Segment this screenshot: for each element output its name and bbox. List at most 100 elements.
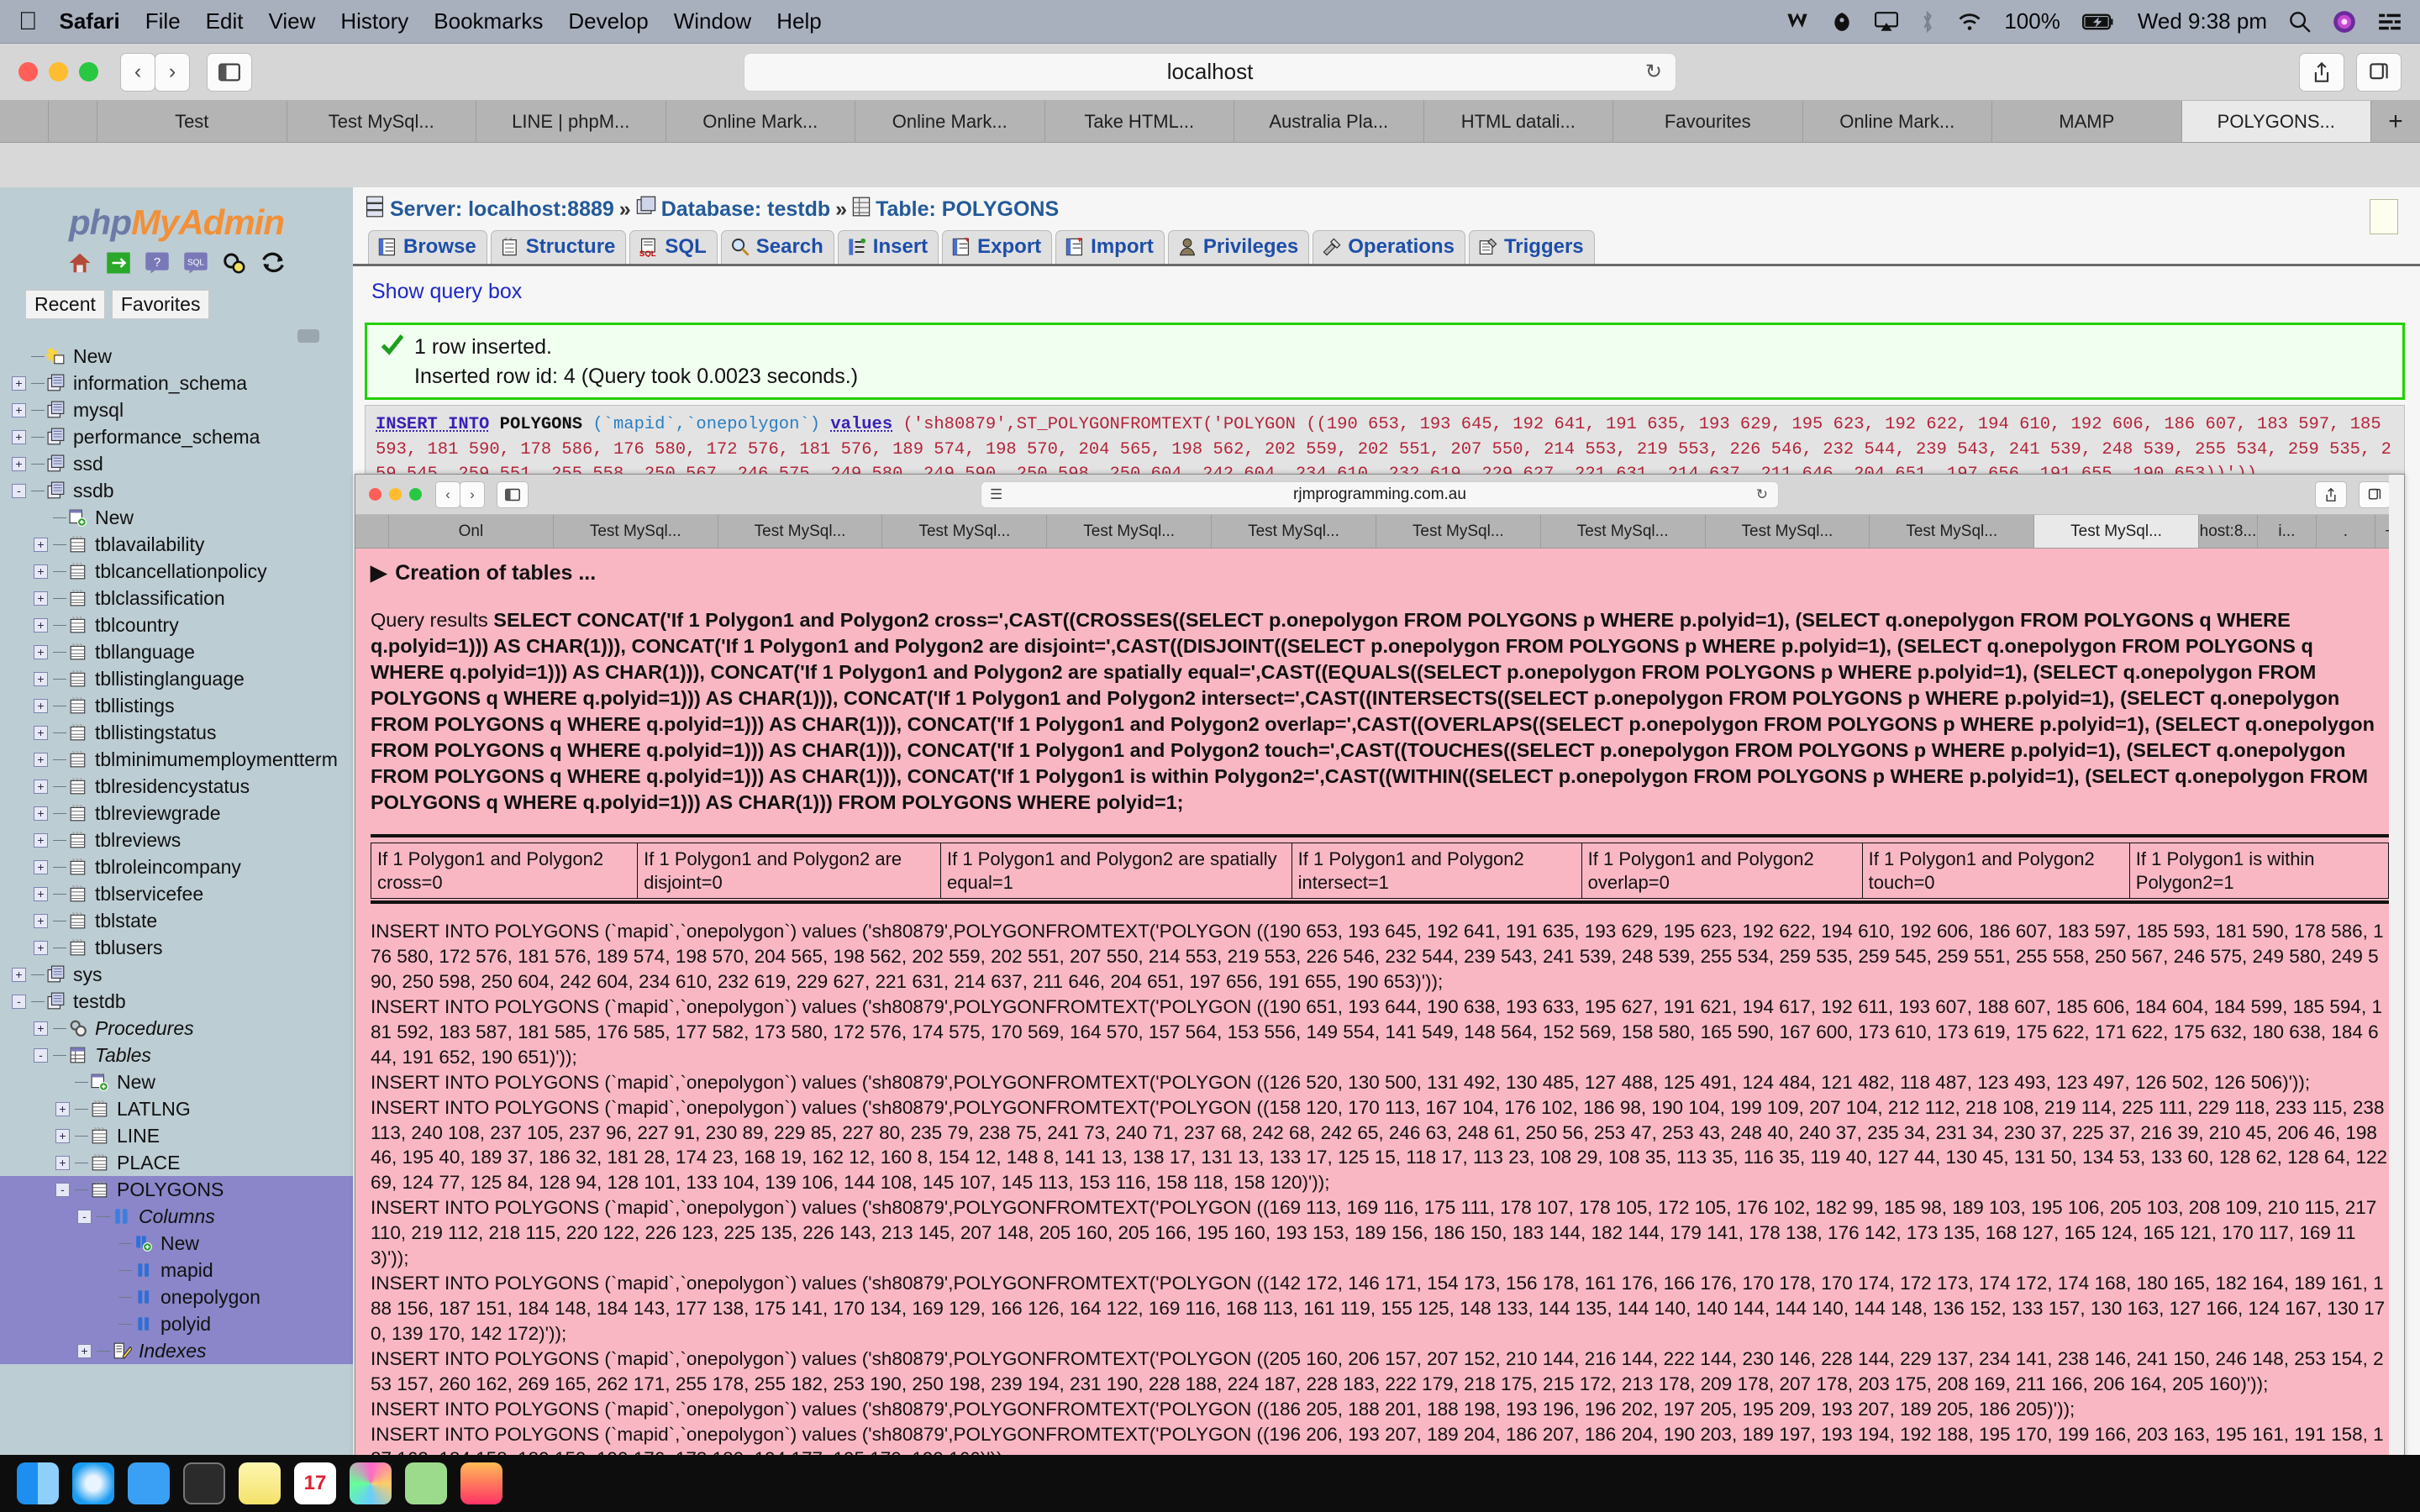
tree-node-tables[interactable]: - Tables — [0, 1042, 353, 1068]
inner-share-button[interactable] — [2315, 480, 2347, 508]
inner-browser-tab-7[interactable]: Test MySql... — [1540, 515, 1706, 548]
tree-node-mysql[interactable]: + mysql — [0, 396, 353, 423]
nav-tab-search[interactable]: Search — [720, 230, 834, 264]
tree-node-indexes[interactable]: + Indexes — [0, 1337, 353, 1364]
bluetooth-icon[interactable] — [1920, 10, 1935, 34]
tree-node-information-schema[interactable]: + information_schema — [0, 370, 353, 396]
safari-icon[interactable] — [72, 1462, 114, 1504]
expand-icon[interactable]: + — [34, 886, 48, 901]
notes-icon[interactable] — [239, 1462, 281, 1504]
siri-icon[interactable] — [2333, 10, 2356, 34]
tree-node-ssd[interactable]: + ssd — [0, 450, 353, 477]
menu-develop[interactable]: Develop — [568, 8, 648, 34]
tree-node-polyid[interactable]: polyid — [0, 1310, 353, 1337]
tab-favorites[interactable]: Favorites — [111, 290, 210, 319]
tree-node-tblservicefee[interactable]: + tblservicefee — [0, 880, 353, 907]
tree-node-columns[interactable]: - Columns — [0, 1203, 353, 1230]
inner-browser-tab-5[interactable]: Test MySql... — [1212, 515, 1376, 548]
tree-node-new[interactable]: New — [0, 1230, 353, 1257]
docs-help-icon[interactable]: ? — [145, 251, 170, 276]
browser-tab-5[interactable]: Take HTML... — [1044, 101, 1234, 142]
spotlight-search-icon[interactable] — [2289, 11, 2311, 33]
reload-icon[interactable] — [260, 251, 286, 276]
expand-icon[interactable]: + — [34, 564, 48, 579]
inner-forward-button[interactable]: › — [460, 480, 485, 508]
menu-history[interactable]: History — [340, 8, 408, 34]
settings-gear-icon[interactable] — [222, 251, 247, 276]
tree-node-tblcountry[interactable]: + tblcountry — [0, 612, 353, 638]
tree-node-tblstate[interactable]: + tblstate — [0, 907, 353, 934]
inner-close-window-button[interactable] — [369, 488, 381, 501]
nav-tab-browse[interactable]: Browse — [368, 230, 487, 264]
inner-tab-overview-button[interactable] — [2359, 480, 2391, 508]
nav-tab-import[interactable]: Import — [1055, 230, 1165, 264]
new-tab-button[interactable]: + — [2371, 101, 2420, 142]
tree-node-testdb[interactable]: - testdb — [0, 988, 353, 1015]
browser-tab-8[interactable]: Favourites — [1613, 101, 1803, 142]
avast-icon[interactable] — [1831, 11, 1853, 33]
nav-tab-sql[interactable]: SQL SQL — [629, 230, 718, 264]
nav-tab-privileges[interactable]: Privileges — [1167, 230, 1310, 264]
expand-icon[interactable]: + — [34, 725, 48, 740]
browser-tab-2[interactable]: LINE | phpM... — [476, 101, 666, 142]
tree-node-tbllistinglanguage[interactable]: + tbllistinglanguage — [0, 665, 353, 692]
nav-tab-insert[interactable]: Insert — [837, 230, 939, 264]
menu-help[interactable]: Help — [776, 8, 821, 34]
tree-node-tblcancellationpolicy[interactable]: + tblcancellationpolicy — [0, 558, 353, 585]
minimize-window-button[interactable] — [49, 62, 68, 81]
tree-node-performance-schema[interactable]: + performance_schema — [0, 423, 353, 450]
inner-browser-tab-10-active[interactable]: Test MySql... — [2034, 515, 2199, 548]
menu-file[interactable]: File — [145, 8, 181, 34]
expand-icon[interactable]: + — [12, 375, 26, 391]
inner-browser-tab-4[interactable]: Test MySql... — [1047, 515, 1213, 548]
music-icon[interactable] — [460, 1462, 502, 1504]
collapse-icon[interactable]: - — [55, 1182, 70, 1197]
maximize-window-button[interactable] — [79, 62, 98, 81]
inner-browser-tab-2[interactable]: Test MySql... — [718, 515, 883, 548]
browser-tab-3[interactable]: Online Mark... — [666, 101, 855, 142]
inner-address-bar[interactable]: ☰ rjmprogramming.com.au ↻ — [981, 480, 1779, 508]
inner-browser-tab-9[interactable]: Test MySql... — [1870, 515, 2035, 548]
tree-node-tblresidencystatus[interactable]: + tblresidencystatus — [0, 773, 353, 800]
note-icon[interactable] — [2370, 199, 2398, 234]
tree-node-place[interactable]: + PLACE — [0, 1149, 353, 1176]
tree-node-line[interactable]: + LINE — [0, 1122, 353, 1149]
inner-back-button[interactable]: ‹ — [435, 480, 460, 508]
expand-icon[interactable]: + — [34, 591, 48, 606]
tree-node-new[interactable]: New — [0, 504, 353, 531]
breadcrumb-table[interactable]: Table: POLYGONS — [876, 197, 1059, 222]
window-controls[interactable] — [18, 62, 98, 81]
sidebar-toggle-button[interactable] — [207, 52, 252, 92]
tree-node-latlng[interactable]: + LATLNG — [0, 1095, 353, 1122]
forward-button[interactable]: › — [155, 52, 190, 92]
tree-node-tbllistings[interactable]: + tbllistings — [0, 692, 353, 719]
expand-icon[interactable]: + — [34, 832, 48, 848]
expand-icon[interactable]: + — [34, 940, 48, 955]
menu-bar-clock[interactable]: Wed 9:38 pm — [2138, 8, 2267, 34]
tree-node-tblminimumemploymentterm[interactable]: + tblminimumemploymentterm — [0, 746, 353, 773]
disclosure-triangle-icon[interactable]: ▶ — [371, 560, 387, 585]
nav-tab-export[interactable]: Export — [942, 230, 1053, 264]
airplay-icon[interactable] — [1875, 11, 1899, 32]
inner-reload-icon[interactable]: ↻ — [1756, 486, 1768, 503]
expand-icon[interactable]: + — [34, 752, 48, 767]
inner-sidebar-toggle-button[interactable] — [497, 480, 529, 508]
browser-tab-6[interactable]: Australia Pla... — [1234, 101, 1424, 142]
wifi-icon[interactable] — [1957, 12, 1982, 32]
browser-tab-11-active[interactable]: POLYGONS... — [2181, 101, 2371, 142]
tree-node-ssdb[interactable]: - ssdb — [0, 477, 353, 504]
menu-view[interactable]: View — [268, 8, 315, 34]
nav-tab-structure[interactable]: Structure — [490, 230, 627, 264]
link-database-icon[interactable] — [297, 329, 319, 343]
inner-scrollbar[interactable] — [2389, 475, 2404, 1508]
tree-node-tblreviews[interactable]: + tblreviews — [0, 827, 353, 853]
inner-window-controls[interactable] — [369, 488, 422, 501]
expand-icon[interactable]: + — [34, 806, 48, 821]
menu-bookmarks[interactable]: Bookmarks — [434, 8, 543, 34]
expand-icon[interactable]: + — [55, 1155, 70, 1170]
expand-icon[interactable]: + — [12, 429, 26, 444]
tree-node-polygons[interactable]: - POLYGONS — [0, 1176, 353, 1203]
apple-logo[interactable]:  — [18, 8, 38, 34]
collapse-icon[interactable]: - — [77, 1209, 92, 1224]
expand-icon[interactable]: + — [55, 1101, 70, 1116]
